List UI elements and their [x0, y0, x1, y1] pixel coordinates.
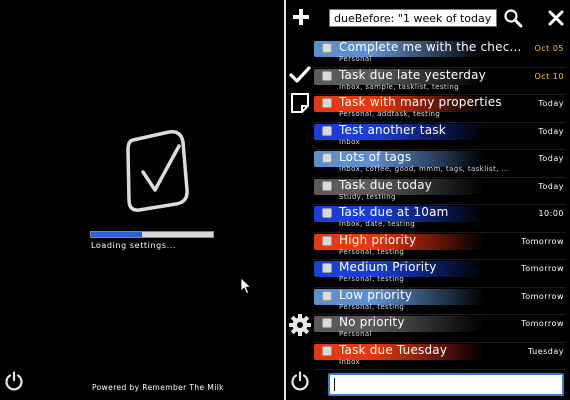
task-tags: Personal, testing: [339, 247, 405, 256]
task-row[interactable]: High priority Personal, testing Tomorrow: [314, 232, 566, 260]
task-row[interactable]: Test another task Inbox Today: [314, 122, 566, 150]
task-title: Task due at 10am: [339, 205, 449, 219]
task-tags: Inbox, coffee, good, mmm, tags, tasklist…: [339, 165, 510, 173]
power-icon[interactable]: [4, 371, 24, 391]
task-row[interactable]: Task due late yesterday Inbox, sample, ta…: [314, 67, 566, 95]
task-title: Task due late yesterday: [339, 67, 486, 82]
task-list: Complete me with the chec... Personal Oct …: [314, 40, 566, 370]
task-due-date: Oct 10: [534, 71, 564, 81]
task-tags: Inbox: [339, 137, 361, 146]
task-title: Lots of tags: [339, 150, 412, 164]
task-title: Task due today: [339, 177, 433, 192]
task-checkbox[interactable]: [322, 235, 332, 246]
loading-progress-bar: [90, 231, 214, 238]
task-title: High priority: [339, 232, 417, 247]
task-tags: Personal: [339, 330, 372, 338]
search-input[interactable]: [329, 9, 497, 27]
task-checkbox[interactable]: [322, 180, 332, 191]
task-title: Complete me with the chec...: [339, 40, 522, 54]
task-due-date: Today: [538, 99, 564, 108]
task-tags: Inbox, date, testing: [339, 220, 416, 228]
task-panel: Complete me with the chec...PersonalOct …: [286, 0, 570, 400]
task-row[interactable]: Medium Priority Personal, testing Tomorrow: [314, 260, 566, 288]
task-checkbox[interactable]: [322, 153, 332, 163]
task-checkbox[interactable]: [322, 318, 332, 328]
splash-panel: Loading settings... Powered by Remember …: [0, 0, 283, 400]
task-checkbox[interactable]: [322, 70, 332, 81]
task-due-date: Tuesday: [527, 346, 564, 356]
task-due-date: Today: [538, 126, 564, 136]
task-title: Task due Tuesday: [339, 342, 448, 357]
task-tags: Personal, testing: [339, 302, 405, 311]
task-checkbox[interactable]: [322, 125, 332, 136]
task-tags: Personal, addtask, testing: [339, 110, 441, 118]
loading-progress-fill: [91, 232, 143, 237]
task-title: Medium Priority: [339, 260, 437, 274]
task-title: No priority: [339, 315, 405, 329]
task-checkbox[interactable]: [322, 98, 332, 108]
task-row[interactable]: No priority Personal Tomorrow: [314, 315, 566, 343]
power-icon[interactable]: [290, 371, 310, 391]
task-row[interactable]: Complete me with the chec... Personal Oct …: [314, 40, 566, 68]
add-icon[interactable]: [290, 6, 312, 28]
task-due-date: 10:00: [538, 209, 564, 218]
search-icon[interactable]: [503, 8, 523, 28]
task-row[interactable]: Task due at 10am Inbox, date, testing 10:0…: [314, 205, 566, 233]
quick-add-input[interactable]: [328, 373, 564, 396]
mouse-pointer-icon: [240, 277, 252, 295]
task-row[interactable]: Lots of tags Inbox, coffee, good, mmm, ta…: [314, 150, 566, 178]
task-due-date: Today: [538, 181, 564, 191]
task-tags: Personal, testing: [339, 275, 405, 283]
task-due-date: Today: [538, 154, 564, 163]
task-checkbox[interactable]: [322, 43, 332, 53]
task-due-date: Tomorrow: [521, 291, 564, 301]
task-tags: Inbox, sample, tasklist, testing: [339, 82, 460, 91]
checkmark-icon[interactable]: [289, 64, 311, 86]
task-due-date: Tomorrow: [521, 319, 564, 328]
task-row[interactable]: Task due Tuesday Inbox Tuesday: [314, 342, 566, 370]
text-caret: [334, 378, 335, 391]
task-due-date: Tomorrow: [521, 236, 564, 246]
task-tags: Study, testiing: [339, 192, 396, 201]
loading-status-text: Loading settings...: [91, 241, 177, 250]
task-checkbox[interactable]: [322, 263, 332, 273]
task-row[interactable]: Task with many properties Personal, addta…: [314, 95, 566, 123]
powered-by-text: Powered by Remember The Milk: [92, 383, 224, 392]
task-checkbox[interactable]: [322, 208, 332, 218]
gear-icon[interactable]: [288, 313, 312, 337]
task-due-date: Tomorrow: [521, 264, 564, 273]
rtm-checkbox-logo-icon: [126, 129, 189, 212]
task-row[interactable]: Task due today Study, testiing Today: [314, 177, 566, 205]
task-title: Test another task: [339, 122, 446, 137]
task-tags: Personal: [339, 55, 372, 63]
note-icon[interactable]: [290, 92, 310, 114]
task-due-date: Oct 05: [534, 44, 564, 53]
task-title: Low priority: [339, 287, 413, 302]
task-row[interactable]: Low priority Personal, testing Tomorrow: [314, 287, 566, 315]
close-icon[interactable]: [548, 10, 564, 26]
task-tags: Inbox: [339, 357, 361, 366]
task-checkbox[interactable]: [322, 345, 332, 356]
task-title: Task with many properties: [339, 95, 502, 109]
task-checkbox[interactable]: [322, 290, 332, 301]
